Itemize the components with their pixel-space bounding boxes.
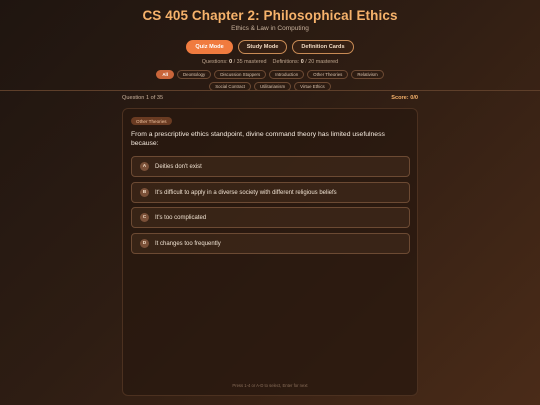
- filter-chip-discussion-stoppers[interactable]: Discussion Stoppers: [214, 70, 267, 79]
- header: CS 405 Chapter 2: Philosophical Ethics E…: [0, 0, 540, 91]
- study-mode-button[interactable]: Study Mode: [237, 40, 288, 54]
- filter-chip-other-theories[interactable]: Other Theories: [307, 70, 349, 79]
- answer-option-d[interactable]: D It changes too frequently: [131, 233, 410, 254]
- mastery-stats: Questions: 0 / 35 mastered Definitions: …: [0, 59, 540, 65]
- quiz-mode-button[interactable]: Quiz Mode: [186, 40, 233, 54]
- option-text: It's difficult to apply in a diverse soc…: [155, 189, 337, 196]
- definitions-total: / 20 mastered: [305, 59, 339, 65]
- questions-total: / 35 mastered: [233, 59, 267, 65]
- definitions-mastered-count: 0: [300, 59, 304, 65]
- answer-option-b[interactable]: B It's difficult to apply in a diverse s…: [131, 182, 410, 203]
- option-letter-badge: A: [140, 162, 149, 171]
- questions-label: Questions:: [201, 59, 228, 65]
- option-text: It changes too frequently: [155, 240, 221, 247]
- progress-row: Question 1 of 35 Score: 0/0: [122, 95, 418, 101]
- header-divider: [0, 90, 540, 91]
- filter-chip-deontology[interactable]: Deontology: [176, 70, 212, 79]
- definitions-label: Definitions:: [272, 59, 300, 65]
- question-card: Other Theories From a prescriptive ethic…: [122, 108, 418, 396]
- questions-mastered-count: 0: [229, 59, 233, 65]
- option-letter-badge: C: [140, 213, 149, 222]
- topic-filters: All Deontology Discussion Stoppers Intro…: [145, 70, 395, 91]
- score-display: Score: 0/0: [391, 95, 418, 101]
- page-subtitle: Ethics & Law in Computing: [231, 25, 309, 32]
- answer-option-a[interactable]: A Deities don't exist: [131, 156, 410, 177]
- mode-switcher: Quiz Mode Study Mode Definition Cards: [0, 40, 540, 54]
- option-letter-badge: B: [140, 188, 149, 197]
- question-text: From a prescriptive ethics standpoint, d…: [131, 131, 385, 147]
- filter-chip-relativism[interactable]: Relativism: [351, 70, 384, 79]
- filter-chip-introduction[interactable]: Introduction: [269, 70, 305, 79]
- option-text: Deities don't exist: [155, 163, 202, 170]
- filter-chip-all[interactable]: All: [156, 70, 174, 79]
- option-text: It's too complicated: [155, 214, 207, 221]
- keyboard-hint: Press 1-4 or A-D to select, Enter for ne…: [232, 383, 308, 388]
- answer-option-c[interactable]: C It's too complicated: [131, 207, 410, 228]
- definition-cards-button[interactable]: Definition Cards: [292, 40, 354, 54]
- option-letter-badge: D: [140, 239, 149, 248]
- question-counter: Question 1 of 35: [122, 95, 164, 101]
- page-title: CS 405 Chapter 2: Philosophical Ethics: [142, 8, 398, 23]
- topic-badge: Other Theories: [131, 117, 172, 125]
